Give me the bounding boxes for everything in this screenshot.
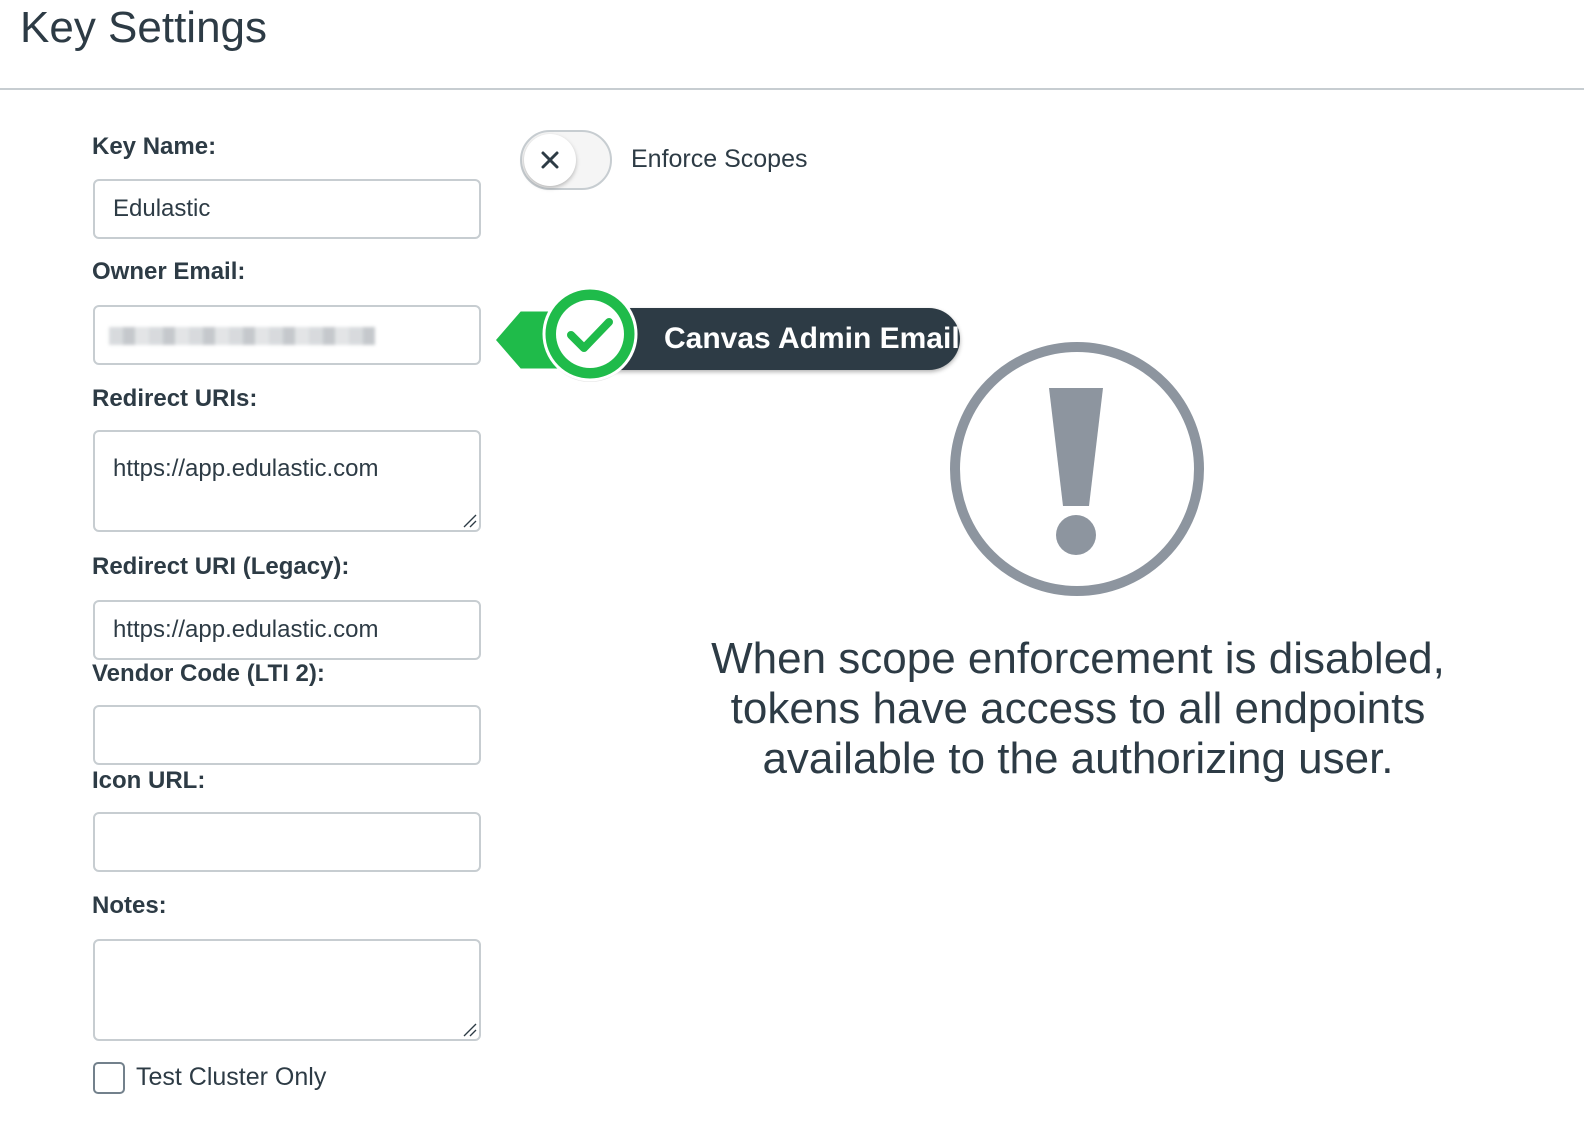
page-title: Key Settings bbox=[20, 3, 268, 52]
owner-email-label: Owner Email: bbox=[92, 258, 246, 285]
redirect-uri-legacy-label: Redirect URI (Legacy): bbox=[92, 553, 350, 580]
redacted-email bbox=[109, 327, 375, 345]
vendor-code-input[interactable] bbox=[93, 705, 481, 765]
toggle-knob[interactable] bbox=[524, 134, 576, 186]
key-settings-page: Key Settings Key Name: Edulastic Owner E… bbox=[0, 0, 1584, 1138]
icon-url-label: Icon URL: bbox=[92, 767, 206, 794]
notes-label: Notes: bbox=[92, 892, 167, 919]
page-header: Key Settings bbox=[0, 0, 1584, 90]
key-name-label: Key Name: bbox=[92, 133, 217, 160]
owner-email-input[interactable] bbox=[93, 305, 481, 365]
test-cluster-checkbox[interactable] bbox=[93, 1062, 125, 1094]
test-cluster-label[interactable]: Test Cluster Only bbox=[136, 1062, 326, 1092]
vendor-code-label: Vendor Code (LTI 2): bbox=[92, 660, 325, 687]
redirect-uris-label: Redirect URIs: bbox=[92, 385, 258, 412]
notes-textarea[interactable] bbox=[93, 939, 481, 1041]
icon-url-input[interactable] bbox=[93, 812, 481, 872]
resize-handle-icon[interactable] bbox=[461, 1021, 477, 1037]
key-name-input[interactable]: Edulastic bbox=[93, 179, 481, 239]
enforce-scopes-label[interactable]: Enforce Scopes bbox=[631, 144, 808, 174]
resize-handle-icon[interactable] bbox=[461, 512, 477, 528]
x-icon bbox=[541, 151, 559, 169]
check-icon bbox=[542, 286, 638, 382]
canvas-admin-email-callout: Canvas Admin Email bbox=[490, 284, 980, 396]
scope-warning-text: When scope enforcement is disabled, toke… bbox=[711, 634, 1445, 783]
exclamation-circle-icon bbox=[950, 342, 1204, 596]
callout-text: Canvas Admin Email bbox=[664, 322, 960, 355]
enforce-scopes-toggle[interactable] bbox=[520, 130, 612, 190]
redirect-uris-value: https://app.edulastic.com bbox=[113, 455, 379, 482]
redirect-uri-legacy-input[interactable]: https://app.edulastic.com bbox=[93, 600, 481, 660]
redirect-uris-textarea[interactable]: https://app.edulastic.com bbox=[93, 430, 481, 532]
